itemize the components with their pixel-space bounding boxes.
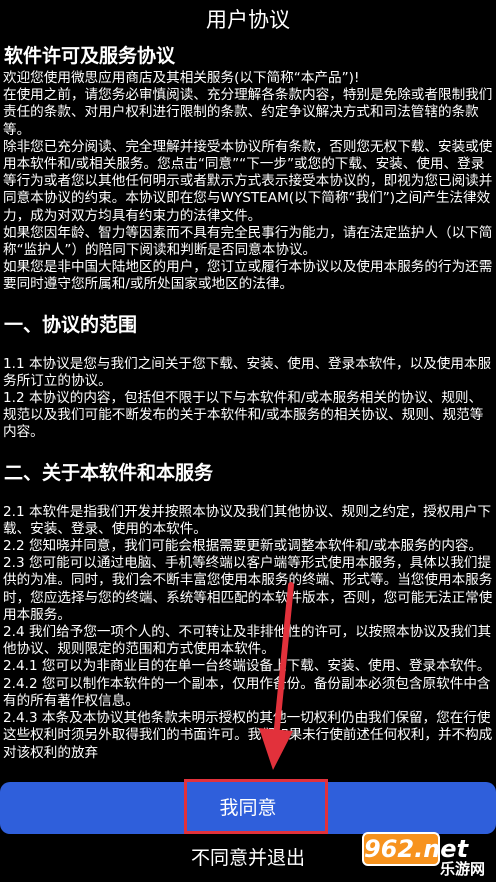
agreement-content[interactable]: 软件许可及服务协议 欢迎您使用微思应用商店及其相关服务(以下简称“本产品”)! …	[0, 40, 496, 782]
section-2-title: 二、关于本软件和本服务	[4, 461, 214, 484]
intro-paragraph-2: 在使用之前，请您务必审慎阅读、充分理解各条款内容，特别是免除或者限制我们责任的条…	[3, 87, 493, 138]
intro-paragraph-4: 如果您因年龄、智力等因素而不具有完全民事行为能力，请在法定监护人（以下简称“监护…	[3, 224, 493, 259]
agreement-heading: 软件许可及服务协议	[4, 45, 176, 67]
section-1-title: 一、协议的范围	[4, 313, 138, 336]
section-2-item: 2.4.3 本条及本协议其他条款未明示授权的其他一切权利仍由我们保留，您在行使这…	[3, 710, 493, 761]
watermark-site: 乐游网	[440, 860, 486, 878]
section-2-item: 2.1 本软件是指我们开发并按照本协议及我们其他协议、规则之约定，授权用户下载、…	[3, 503, 492, 537]
intro-paragraph-5: 如果您是非中国大陆地区的用户，您订立或履行本协议以及使用本服务的行为还需要同时遵…	[3, 259, 493, 293]
intro-paragraph-3: 除非您已充分阅读、完全理解并接受本协议所有条款，否则您无权下载、安装或使用本软件…	[3, 138, 493, 224]
section-1-item: 1.1 本协议是您与我们之间关于您下载、安装、使用、登录本软件，以及使用本服务所…	[3, 355, 492, 389]
section-1-item: 1.2 本协议的内容，包括但不限于以下与本软件和/或本服务相关的协议、规则、规范…	[3, 390, 484, 441]
section-2-item: 2.2 您知晓并同意，我们可能会根据需要更新或调整本软件和/或本服务的内容。	[3, 538, 483, 555]
site-watermark-logo: 962.net 乐游网	[360, 826, 494, 880]
section-2-item: 2.3 您可能可以通过电脑、手机等终端以客户端等形式使用本服务，具体以我们提供的…	[3, 555, 493, 623]
watermark-domain: 962.net	[362, 832, 468, 866]
section-2-item: 2.4 我们给予您一项个人的、不可转让及非排他性的许可，以按照本协议及我们其他协…	[3, 624, 492, 658]
section-2-item: 2.4.2 您可以制作本软件的一个副本，仅用作备份。备份副本必须包含原软件中含有…	[3, 675, 491, 709]
section-2-item: 2.4.1 您可以为非商业目的在单一台终端设备上下载、安装、使用、登录本软件。	[3, 658, 491, 675]
intro-paragraph-1: 欢迎您使用微思应用商店及其相关服务(以下简称“本产品”)!	[3, 70, 360, 86]
page-title: 用户协议	[206, 8, 290, 32]
